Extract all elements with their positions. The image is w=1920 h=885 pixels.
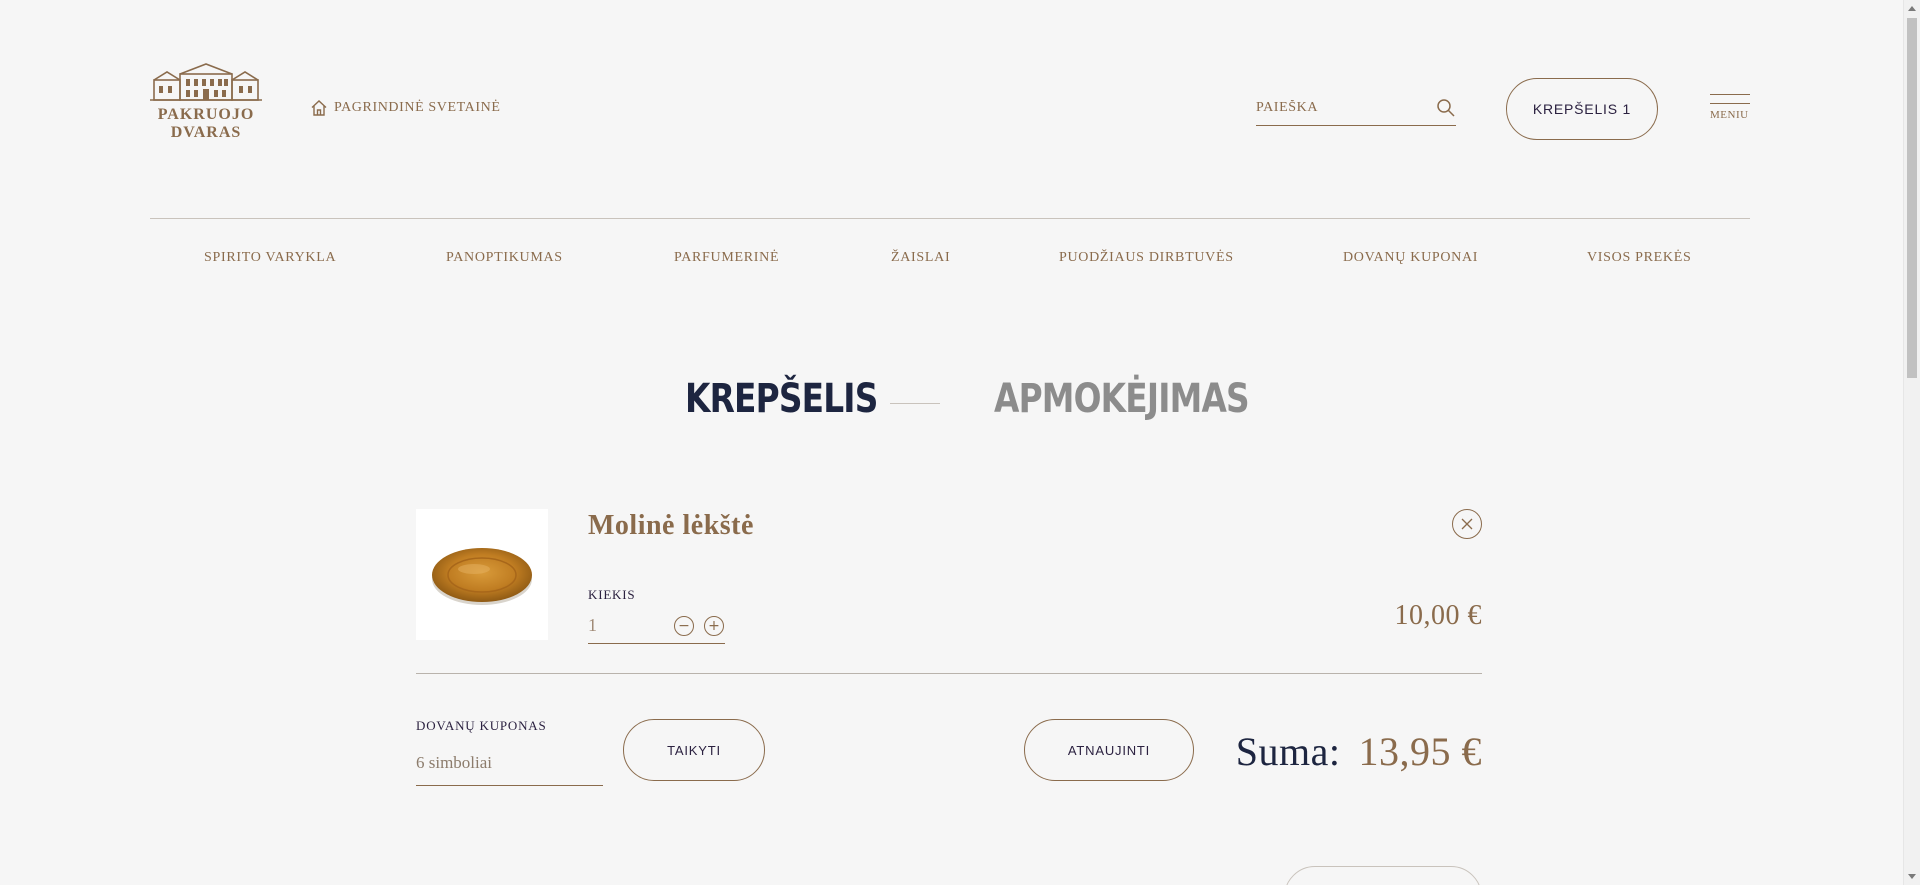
menu-bar-top (1710, 94, 1750, 95)
quantity-decrease-button[interactable]: − (674, 616, 694, 636)
coupon-field (416, 748, 603, 786)
main-site-link[interactable]: PAGRINDINĖ SVETAINĖ (310, 99, 500, 117)
step-separator (890, 403, 940, 404)
cart-divider (416, 673, 1482, 674)
quantity-label: KIEKIS (588, 587, 636, 602)
cart-total: Suma: 13,95 € (1236, 728, 1482, 775)
scroll-down-arrow-icon[interactable] (1908, 874, 1916, 879)
step-cart: KREPŠELIS (685, 376, 878, 422)
nav-item-dovanu-kuponai[interactable]: DOVANŲ KUPONAI (1343, 250, 1478, 266)
nav-item-spirito-varykla[interactable]: SPIRITO VARYKLA (204, 250, 336, 266)
close-icon (1461, 518, 1473, 530)
coupon-input[interactable] (416, 748, 603, 778)
nav-item-zaislai[interactable]: ŽAISLAI (891, 250, 950, 266)
nav-item-parfumerine[interactable]: PARFUMERINĖ (674, 250, 779, 266)
step-payment[interactable]: APMOKĖJIMAS (994, 376, 1250, 422)
checkout-button[interactable] (1284, 866, 1482, 885)
item-price: 10,00 € (1394, 600, 1482, 631)
manor-logo-icon (150, 63, 262, 101)
quantity-increase-button[interactable]: + (704, 616, 724, 636)
menu-button[interactable]: MENIU (1710, 94, 1750, 121)
page-scrollbar[interactable] (1903, 0, 1920, 885)
nav-item-puodziaus-dirbtuves[interactable]: PUODŽIAUS DIRBTUVĖS (1059, 250, 1234, 266)
menu-bar-middle (1710, 103, 1750, 104)
home-icon (311, 100, 327, 116)
search-input[interactable] (1256, 94, 1426, 122)
nav-item-visos-prekes[interactable]: VISOS PREKĖS (1587, 250, 1691, 266)
product-image[interactable] (416, 509, 548, 640)
cart-button[interactable]: KREPŠELIS 1 (1506, 78, 1658, 140)
logo-text-line2: DVARAS (170, 124, 242, 141)
quantity-stepper: 1 − + (588, 612, 725, 644)
apply-coupon-button[interactable]: TAIKYTI (623, 719, 765, 781)
scroll-up-arrow-icon[interactable] (1908, 6, 1916, 11)
checkout-steps: KREPŠELIS APMOKĖJIMAS (0, 376, 1920, 436)
update-cart-button[interactable]: ATNAUJINTI (1024, 719, 1194, 781)
search-icon[interactable] (1436, 98, 1456, 118)
search-box (1256, 94, 1456, 126)
quantity-input[interactable]: 1 (588, 615, 597, 636)
logo[interactable]: PAKRUOJO DVARAS (148, 62, 264, 142)
total-label: Suma: (1235, 729, 1341, 774)
coupon-label: DOVANŲ KUPONAS (416, 718, 547, 733)
product-title[interactable]: Molinė lėkštė (588, 510, 754, 542)
total-value: 13,95 € (1358, 729, 1482, 774)
category-nav: SPIRITO VARYKLA PANOPTIKUMAS PARFUMERINĖ… (150, 250, 1750, 270)
clay-plate-image (432, 547, 532, 605)
nav-item-panoptikumas[interactable]: PANOPTIKUMAS (446, 250, 563, 266)
logo-text-line1: PAKRUOJO (157, 106, 255, 123)
main-site-link-label: PAGRINDINĖ SVETAINĖ (334, 100, 501, 115)
header-divider (150, 218, 1750, 219)
scrollbar-thumb[interactable] (1907, 18, 1917, 378)
menu-label: MENIU (1710, 109, 1749, 121)
remove-item-button[interactable] (1452, 509, 1482, 539)
